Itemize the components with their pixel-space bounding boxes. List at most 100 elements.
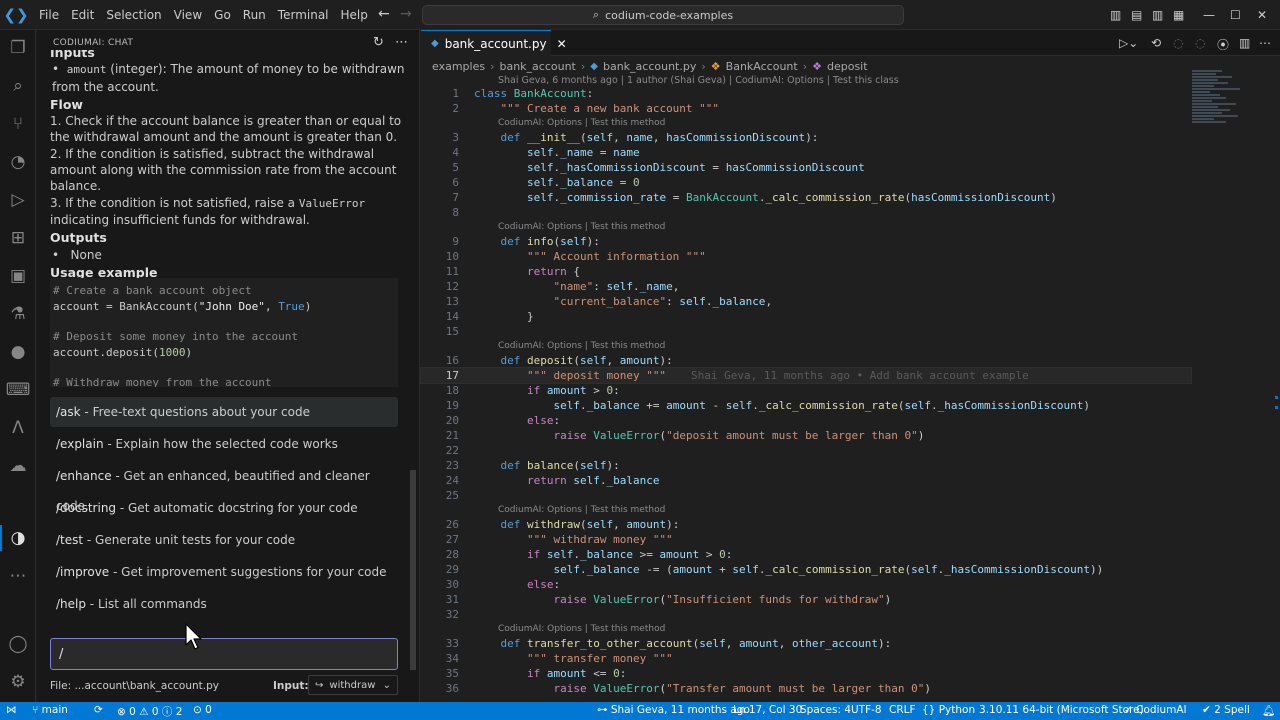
- cursor-position[interactable]: Ln 17, Col 30: [733, 704, 802, 716]
- line-number: 32: [445, 608, 459, 621]
- testing-icon[interactable]: ⚗: [6, 302, 30, 326]
- line-number: 33: [445, 637, 459, 650]
- python-interpreter[interactable]: 3.10.11 64-bit (Microsoft Store): [979, 704, 1144, 716]
- problems-status[interactable]: ⊗ 0 ⚠ 0 ⓘ 2: [117, 704, 182, 719]
- branch-status[interactable]: ⑂ main: [32, 704, 68, 716]
- input-scope-select[interactable]: ↪ withdraw ⌄: [308, 675, 398, 695]
- remote-explorer-icon[interactable]: ▣: [6, 264, 30, 288]
- breadcrumb-item[interactable]: examples: [432, 60, 485, 73]
- toggle-primary-sidebar-icon[interactable]: ▥: [1110, 8, 1121, 22]
- command-item-help[interactable]: /help - List all commands: [50, 589, 398, 619]
- more-views-icon[interactable]: ⋯: [6, 564, 30, 588]
- codelens-text[interactable]: CodiumAI: Options | Test this method: [498, 622, 665, 636]
- toggle-panel-icon[interactable]: ▤: [1131, 8, 1142, 22]
- method-codelens[interactable]: CodiumAI: Options | Test this method: [421, 220, 1191, 234]
- code-line: 20 else:: [421, 413, 1191, 428]
- toggle-secondary-sidebar-icon[interactable]: ▥: [1152, 8, 1163, 22]
- line-number: 16: [445, 354, 459, 367]
- line-number: 12: [445, 280, 459, 293]
- timeline-prev-icon[interactable]: ◌: [1173, 36, 1183, 50]
- command-center-label: codium-code-examples: [605, 8, 734, 22]
- git-compare-icon[interactable]: ⦿: [1217, 36, 1229, 53]
- git-blame-status[interactable]: ⊶ Shai Geva, 11 months ago: [597, 704, 750, 716]
- command-item-enhance[interactable]: /enhance - Get an enhanced, beautified a…: [50, 461, 398, 513]
- codelens-text[interactable]: CodiumAI: Options | Test this method: [498, 116, 665, 130]
- terminal-icon[interactable]: ⌨: [6, 378, 31, 402]
- github-icon[interactable]: ●: [6, 340, 30, 364]
- forward-arrow-icon[interactable]: →: [400, 6, 412, 22]
- customize-layout-icon[interactable]: ▦: [1173, 8, 1184, 22]
- breadcrumb-item[interactable]: BankAccount: [726, 60, 798, 73]
- code-line: 18 if amount > 0:: [421, 383, 1191, 398]
- method-codelens[interactable]: CodiumAI: Options | Test this method: [421, 116, 1191, 130]
- language-mode[interactable]: {} Python: [922, 704, 975, 716]
- codelens-text[interactable]: CodiumAI: Options | Test this method: [498, 339, 665, 353]
- command-item-test[interactable]: /test - Generate unit tests for your cod…: [50, 525, 398, 555]
- settings-gear-icon[interactable]: ⚙: [6, 670, 30, 694]
- menu-go[interactable]: Go: [208, 0, 237, 30]
- timeline-next-icon[interactable]: ◌: [1195, 36, 1205, 50]
- codelens-text[interactable]: CodiumAI: Options | Test this method: [498, 503, 665, 517]
- chat-input[interactable]: [50, 638, 398, 670]
- minimap[interactable]: [1192, 70, 1242, 140]
- search-icon[interactable]: ⌕: [6, 74, 30, 98]
- run-python-icon[interactable]: ▷⌄: [1119, 36, 1138, 50]
- editor-area: ◆ bank_account.py ✕ ▷⌄ ⟲ ◌ ◌ ⦿ ▥ ⋯ examp…: [420, 30, 1280, 702]
- extensions-icon[interactable]: ⊞: [6, 226, 30, 250]
- editor-scrollbar[interactable]: [1273, 70, 1280, 702]
- menu-file[interactable]: File: [33, 0, 65, 30]
- breadcrumb-item[interactable]: deposit: [827, 60, 868, 73]
- maximize-icon[interactable]: ☐: [1230, 8, 1241, 22]
- indentation[interactable]: Spaces: 4: [800, 704, 851, 716]
- menu-help[interactable]: Help: [335, 0, 374, 30]
- tab-bank-account-py[interactable]: ◆ bank_account.py ✕: [421, 30, 567, 56]
- back-arrow-icon[interactable]: ←: [378, 6, 390, 22]
- close-tab-icon[interactable]: ✕: [557, 37, 567, 51]
- breadcrumb-item[interactable]: bank_account: [499, 60, 575, 73]
- command-item-improve[interactable]: /improve - Get improvement suggestions f…: [50, 557, 398, 587]
- account-icon[interactable]: ◯: [6, 632, 30, 656]
- encoding[interactable]: UTF-8: [851, 704, 882, 716]
- codiumai-status[interactable]: ✓ CodiumAI: [1124, 704, 1187, 716]
- search-icon: ⌕: [592, 8, 600, 21]
- codelens-text[interactable]: CodiumAI: Options | Test this method: [498, 220, 665, 234]
- method-codelens[interactable]: CodiumAI: Options | Test this method: [421, 339, 1191, 353]
- command-center-search[interactable]: ⌕ codium-code-examples: [422, 5, 904, 25]
- menu-run[interactable]: Run: [237, 0, 272, 30]
- minimize-icon[interactable]: —: [1203, 8, 1215, 22]
- line-endings[interactable]: CRLF: [889, 704, 916, 716]
- code-token: account = BankAccount(: [53, 300, 199, 313]
- sync-icon[interactable]: ⟳: [94, 704, 103, 716]
- method-codelens[interactable]: CodiumAI: Options | Test this method: [421, 622, 1191, 636]
- codiumai-icon[interactable]: ◑: [6, 526, 30, 550]
- command-item-ask[interactable]: /ask - Free-text questions about your co…: [50, 397, 398, 427]
- source-control-icon[interactable]: ⑂: [6, 112, 30, 136]
- menu-view[interactable]: View: [168, 0, 208, 30]
- chat-scrollbar[interactable]: [410, 470, 416, 670]
- split-editor-icon[interactable]: ▥: [1239, 36, 1250, 50]
- docker-icon[interactable]: ☁: [6, 454, 30, 478]
- command-item-explain[interactable]: /explain - Explain how the selected code…: [50, 429, 398, 459]
- git-history-icon[interactable]: ◔: [6, 150, 30, 174]
- spell-status[interactable]: ✔ 2 Spell: [1202, 704, 1250, 716]
- azure-icon[interactable]: Λ: [6, 416, 30, 440]
- code-editor[interactable]: 1 class BankAccount: 2 """ Create a new b…: [420, 86, 1192, 696]
- ports-status[interactable]: ⊙ 0: [193, 704, 212, 716]
- close-icon[interactable]: ✕: [1257, 8, 1267, 22]
- more-actions-icon[interactable]: ⋯: [395, 35, 408, 50]
- explorer-icon[interactable]: ❐: [6, 36, 30, 60]
- timeline-back-icon[interactable]: ⟲: [1151, 36, 1161, 50]
- breadcrumb-item[interactable]: bank_account.py: [603, 60, 696, 73]
- refresh-icon[interactable]: ↻: [373, 35, 384, 50]
- method-codelens[interactable]: CodiumAI: Options | Test this method: [421, 503, 1191, 517]
- line-number: 35: [445, 667, 459, 680]
- class-codelens[interactable]: Shai Geva, 6 months ago | 1 author (Shai…: [498, 75, 899, 86]
- menu-selection[interactable]: Selection: [100, 0, 167, 30]
- editor-more-icon[interactable]: ⋯: [1259, 36, 1271, 50]
- menu-terminal[interactable]: Terminal: [272, 0, 335, 30]
- notifications-bell-icon[interactable]: 🔔︎: [1262, 704, 1275, 717]
- command-item-docstring[interactable]: /docstring - Get automatic docstring for…: [50, 493, 398, 523]
- menu-edit[interactable]: Edit: [65, 0, 100, 30]
- run-debug-icon[interactable]: ▷: [6, 188, 30, 212]
- remote-indicator-icon[interactable]: ⋈: [6, 704, 17, 716]
